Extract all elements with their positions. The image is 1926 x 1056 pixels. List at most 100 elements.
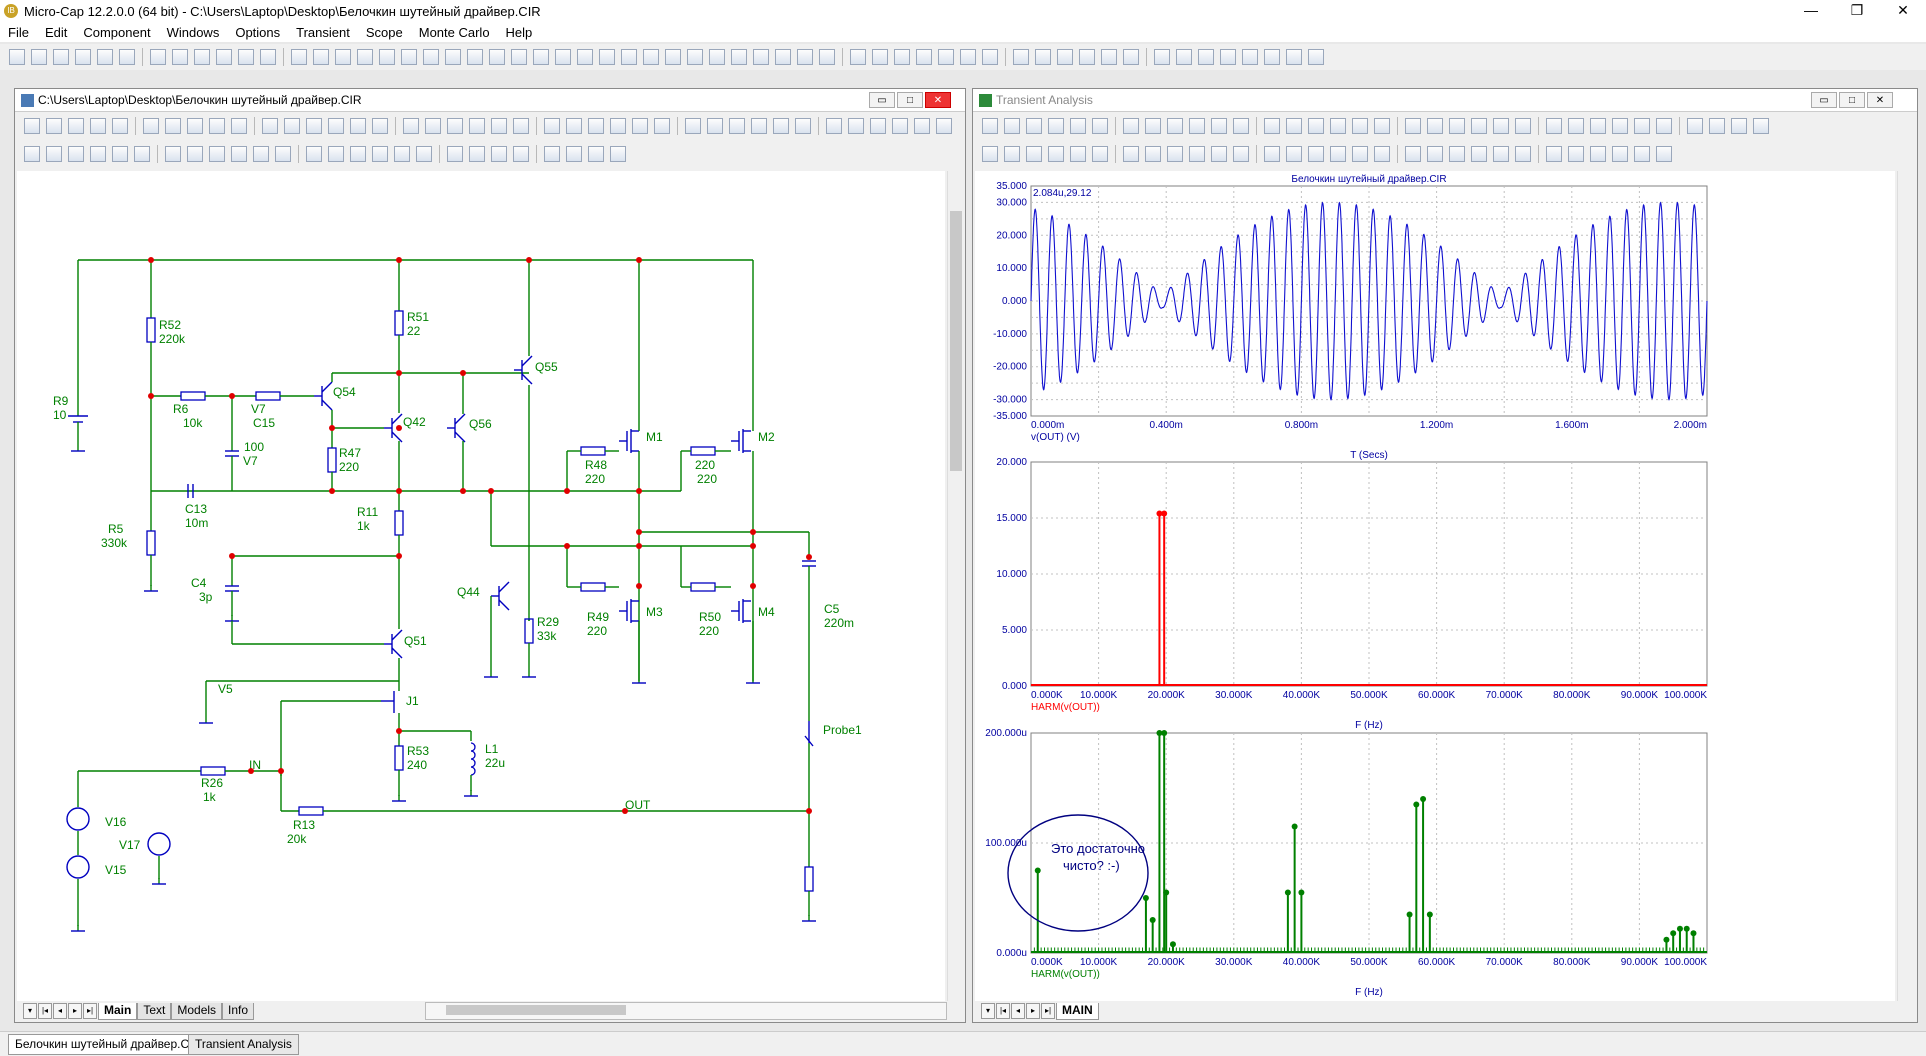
main-tool-icon[interactable]: [1101, 49, 1117, 65]
schematic-tool-icon[interactable]: [566, 118, 582, 134]
main-tool-icon[interactable]: [31, 49, 47, 65]
main-tool-icon[interactable]: [894, 49, 910, 65]
schematic-tool-icon[interactable]: [209, 118, 225, 134]
main-tool-icon[interactable]: [445, 49, 461, 65]
main-tool-icon[interactable]: [850, 49, 866, 65]
main-tool-icon[interactable]: [1057, 49, 1073, 65]
analysis-tool-icon[interactable]: [1264, 118, 1280, 134]
schematic-edit-tool-icon[interactable]: [112, 146, 128, 162]
analysis-view-tool-icon[interactable]: [1515, 146, 1531, 162]
main-tool-icon[interactable]: [665, 49, 681, 65]
main-tool-icon[interactable]: [401, 49, 417, 65]
main-tool-icon[interactable]: [423, 49, 439, 65]
analysis-view-tool-icon[interactable]: [1026, 146, 1042, 162]
tab-nav-first[interactable]: ▾: [23, 1003, 37, 1019]
main-tool-icon[interactable]: [119, 49, 135, 65]
schematic-edit-tool-icon[interactable]: [328, 146, 344, 162]
schematic-tool-icon[interactable]: [848, 118, 864, 134]
analysis-tool-icon[interactable]: [1427, 118, 1443, 134]
main-tool-icon[interactable]: [53, 49, 69, 65]
analysis-view-tool-icon[interactable]: [1568, 146, 1584, 162]
main-tool-icon[interactable]: [357, 49, 373, 65]
main-tool-icon[interactable]: [97, 49, 113, 65]
analysis-tool-icon[interactable]: [1123, 118, 1139, 134]
main-tool-icon[interactable]: [511, 49, 527, 65]
analysis-tool-icon[interactable]: [1405, 118, 1421, 134]
main-tool-icon[interactable]: [194, 49, 210, 65]
main-tool-icon[interactable]: [577, 49, 593, 65]
main-tool-icon[interactable]: [687, 49, 703, 65]
main-tool-icon[interactable]: [1123, 49, 1139, 65]
schematic-scroll-thumb[interactable]: [950, 211, 962, 471]
analysis-tool-icon[interactable]: [1546, 118, 1562, 134]
schematic-hscroll-thumb[interactable]: [446, 1005, 626, 1015]
schematic-edit-tool-icon[interactable]: [416, 146, 432, 162]
analysis-view-tool-icon[interactable]: [1070, 146, 1086, 162]
analysis-view-tool-icon[interactable]: [1233, 146, 1249, 162]
schematic-tool-icon[interactable]: [24, 118, 40, 134]
schematic-edit-tool-icon[interactable]: [275, 146, 291, 162]
main-tool-icon[interactable]: [599, 49, 615, 65]
schematic-tool-icon[interactable]: [187, 118, 203, 134]
menu-options[interactable]: Options: [227, 25, 288, 40]
analysis-view-tool-icon[interactable]: [1145, 146, 1161, 162]
schematic-edit-tool-icon[interactable]: [306, 146, 322, 162]
main-tool-icon[interactable]: [1013, 49, 1029, 65]
schematic-canvas[interactable]: R9 10 R52 220k R5 330k R6 10k V7 C15 Q54 100 V7 R51 22…: [17, 171, 945, 1001]
analysis-tool-icon[interactable]: [1211, 118, 1227, 134]
analysis-tool-icon[interactable]: [1374, 118, 1390, 134]
schematic-edit-tool-icon[interactable]: [469, 146, 485, 162]
schematic-maximize-button[interactable]: □: [897, 92, 923, 108]
schematic-tool-icon[interactable]: [914, 118, 930, 134]
schematic-tool-icon[interactable]: [729, 118, 745, 134]
main-tool-icon[interactable]: [533, 49, 549, 65]
schematic-edit-tool-icon[interactable]: [447, 146, 463, 162]
analysis-tool-icon[interactable]: [1515, 118, 1531, 134]
schematic-close-button[interactable]: ✕: [925, 92, 951, 108]
analysis-view-tool-icon[interactable]: [1612, 146, 1628, 162]
schematic-tool-icon[interactable]: [491, 118, 507, 134]
schematic-tool-icon[interactable]: [112, 118, 128, 134]
main-tool-icon[interactable]: [1035, 49, 1051, 65]
main-tool-icon[interactable]: [150, 49, 166, 65]
analysis-view-tool-icon[interactable]: [1211, 146, 1227, 162]
an-tab-nav-prev[interactable]: |◂: [996, 1003, 1010, 1019]
schematic-tool-icon[interactable]: [936, 118, 952, 134]
schematic-tool-icon[interactable]: [826, 118, 842, 134]
schematic-edit-tool-icon[interactable]: [350, 146, 366, 162]
analysis-view-tool-icon[interactable]: [1493, 146, 1509, 162]
analysis-tool-icon[interactable]: [1330, 118, 1346, 134]
schematic-tool-icon[interactable]: [588, 118, 604, 134]
main-tool-icon[interactable]: [335, 49, 351, 65]
schematic-tool-icon[interactable]: [685, 118, 701, 134]
analysis-tool-icon[interactable]: [1167, 118, 1183, 134]
menu-edit[interactable]: Edit: [37, 25, 75, 40]
schematic-edit-tool-icon[interactable]: [209, 146, 225, 162]
analysis-maximize-button[interactable]: □: [1839, 92, 1865, 108]
main-tool-icon[interactable]: [379, 49, 395, 65]
an-tab-nav-last[interactable]: ▸|: [1041, 1003, 1055, 1019]
analysis-tool-icon[interactable]: [1709, 118, 1725, 134]
an-tab-nav-first[interactable]: ▾: [981, 1003, 995, 1019]
analysis-view-tool-icon[interactable]: [1427, 146, 1443, 162]
tab-main[interactable]: Main: [98, 1002, 138, 1020]
analysis-tool-icon[interactable]: [1004, 118, 1020, 134]
schematic-minimize-button[interactable]: ▭: [869, 92, 895, 108]
analysis-view-tool-icon[interactable]: [1449, 146, 1465, 162]
analysis-tool-icon[interactable]: [1070, 118, 1086, 134]
main-tool-icon[interactable]: [1198, 49, 1214, 65]
analysis-tool-icon[interactable]: [1449, 118, 1465, 134]
schematic-edit-tool-icon[interactable]: [513, 146, 529, 162]
schematic-edit-tool-icon[interactable]: [46, 146, 62, 162]
an-tab-nav-forward[interactable]: ▸: [1026, 1003, 1040, 1019]
main-tool-icon[interactable]: [1308, 49, 1324, 65]
schematic-tool-icon[interactable]: [403, 118, 419, 134]
schematic-edit-tool-icon[interactable]: [231, 146, 247, 162]
analysis-view-tool-icon[interactable]: [1092, 146, 1108, 162]
main-tool-icon[interactable]: [982, 49, 998, 65]
analysis-view-tool-icon[interactable]: [1330, 146, 1346, 162]
analysis-view-tool-icon[interactable]: [1546, 146, 1562, 162]
main-tool-icon[interactable]: [1176, 49, 1192, 65]
menu-monte-carlo[interactable]: Monte Carlo: [411, 25, 498, 40]
analysis-view-tool-icon[interactable]: [1123, 146, 1139, 162]
